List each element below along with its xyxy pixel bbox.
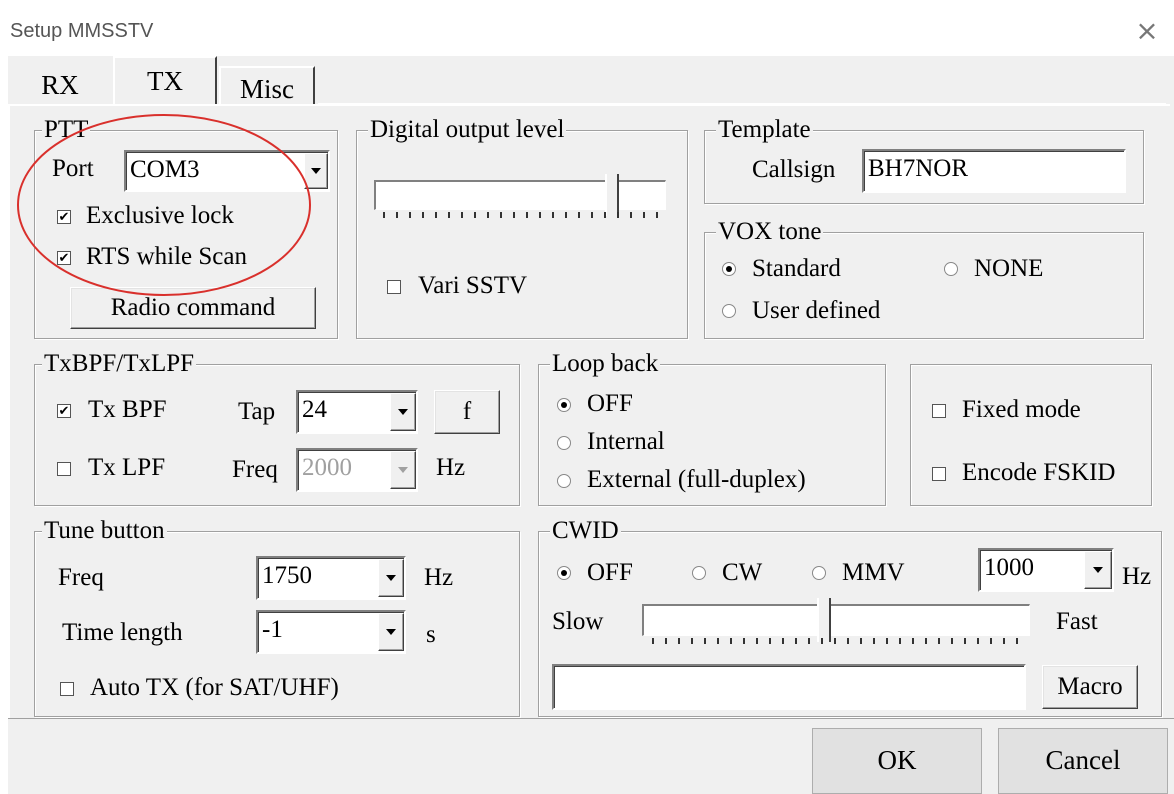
tab-tx-label: TX (147, 66, 183, 96)
ok-button[interactable]: OK (812, 728, 982, 794)
tx-lpf-label: Tx LPF (88, 454, 166, 481)
lpf-freq-dropdown-button (390, 451, 416, 489)
cwid-freq-unit: Hz (1122, 563, 1152, 590)
lpf-freq-value: 2000 (302, 454, 352, 481)
output-level-ticks (383, 212, 663, 218)
loopback-external-radio[interactable] (557, 474, 571, 488)
cwid-cw-radio[interactable] (692, 566, 706, 580)
vox-tone-legend: VOX tone (716, 218, 824, 246)
vari-sstv-label: Vari SSTV (418, 272, 528, 299)
fast-label: Fast (1056, 608, 1098, 635)
cwid-freq-dropdown-button[interactable] (1084, 551, 1112, 589)
freq-label: Freq (232, 456, 278, 483)
callsign-label: Callsign (752, 156, 836, 183)
tune-freq-dropdown-button[interactable] (378, 559, 404, 597)
digital-output-legend: Digital output level (368, 116, 567, 144)
cancel-button[interactable]: Cancel (998, 728, 1168, 794)
output-level-thumb[interactable] (605, 174, 620, 216)
fixed-mode-label: Fixed mode (962, 396, 1081, 423)
f-button[interactable]: f (434, 390, 500, 434)
tap-label: Tap (238, 398, 276, 425)
tap-value: 24 (302, 396, 327, 423)
time-length-dropdown-button[interactable] (378, 613, 404, 651)
tab-misc[interactable]: Misc (219, 66, 315, 106)
tune-freq-unit: Hz (424, 564, 454, 591)
slow-label: Slow (552, 608, 604, 635)
close-icon[interactable]: × (1130, 14, 1164, 48)
ok-label: OK (877, 745, 917, 775)
auto-tx-label: Auto TX (for SAT/UHF) (90, 674, 339, 701)
auto-tx-checkbox[interactable] (60, 682, 74, 696)
cwid-cw-label: CW (722, 559, 763, 586)
tap-dropdown-button[interactable] (390, 393, 416, 431)
cwid-freq-value: 1000 (984, 554, 1034, 581)
cwid-legend: CWID (550, 517, 621, 545)
f-button-label: f (462, 398, 472, 425)
output-level-slider[interactable] (374, 180, 666, 210)
annotation-ellipse (17, 114, 311, 296)
loopback-internal-radio[interactable] (557, 436, 571, 450)
time-length-value: -1 (262, 616, 283, 643)
callsign-field[interactable]: BH7NOR (862, 149, 1126, 193)
window-title: Setup MMSSTV (10, 20, 154, 42)
lpf-freq-unit: Hz (436, 454, 466, 481)
vox-user-defined-label: User defined (752, 297, 881, 324)
callsign-value: BH7NOR (868, 155, 969, 182)
fixed-mode-checkbox[interactable] (932, 404, 946, 418)
digital-output-group (356, 130, 688, 339)
title-bar: Setup MMSSTV × (0, 0, 1174, 56)
loopback-off-label: OFF (587, 390, 633, 417)
loopback-external-label: External (full-duplex) (587, 466, 806, 493)
vari-sstv-checkbox[interactable] (387, 280, 401, 294)
vox-none-label: NONE (974, 255, 1044, 282)
vox-none-radio[interactable] (944, 262, 958, 276)
loop-back-legend: Loop back (550, 350, 661, 378)
vox-standard-label: Standard (752, 255, 841, 282)
tab-rx[interactable]: RX (10, 62, 110, 106)
vox-user-defined-radio[interactable] (722, 304, 736, 318)
macro-button[interactable]: Macro (1042, 665, 1138, 709)
txbpf-legend: TxBPF/TxLPF (42, 350, 197, 378)
macro-label: Macro (1057, 673, 1123, 700)
cancel-label: Cancel (1045, 745, 1121, 775)
loopback-off-radio[interactable] (557, 398, 571, 412)
cwid-mmv-radio[interactable] (812, 566, 826, 580)
cwid-text-field[interactable] (552, 664, 1026, 710)
encode-fskid-label: Encode FSKID (962, 459, 1116, 486)
tune-freq-value: 1750 (262, 562, 312, 589)
tx-bpf-checkbox[interactable]: ✔ (57, 404, 71, 418)
cwid-off-radio[interactable] (557, 566, 571, 580)
loopback-internal-label: Internal (587, 428, 665, 455)
tab-tx[interactable]: TX (113, 56, 217, 106)
tx-bpf-label: Tx BPF (88, 396, 167, 423)
template-legend: Template (716, 116, 813, 144)
cw-speed-slider[interactable] (642, 604, 1030, 636)
cw-speed-ticks (652, 638, 1024, 644)
tab-misc-label: Misc (240, 74, 294, 104)
time-length-label: Time length (62, 619, 183, 646)
encode-fskid-checkbox[interactable] (932, 467, 946, 481)
tx-lpf-checkbox[interactable] (57, 462, 71, 476)
cwid-mmv-label: MMV (842, 559, 905, 586)
time-length-unit: s (426, 621, 436, 648)
tab-rx-label: RX (41, 70, 79, 100)
tune-freq-label: Freq (58, 564, 104, 591)
vox-standard-radio[interactable] (722, 262, 736, 276)
cw-speed-thumb[interactable] (817, 598, 832, 642)
cwid-off-label: OFF (587, 559, 633, 586)
tune-button-legend: Tune button (42, 517, 167, 545)
